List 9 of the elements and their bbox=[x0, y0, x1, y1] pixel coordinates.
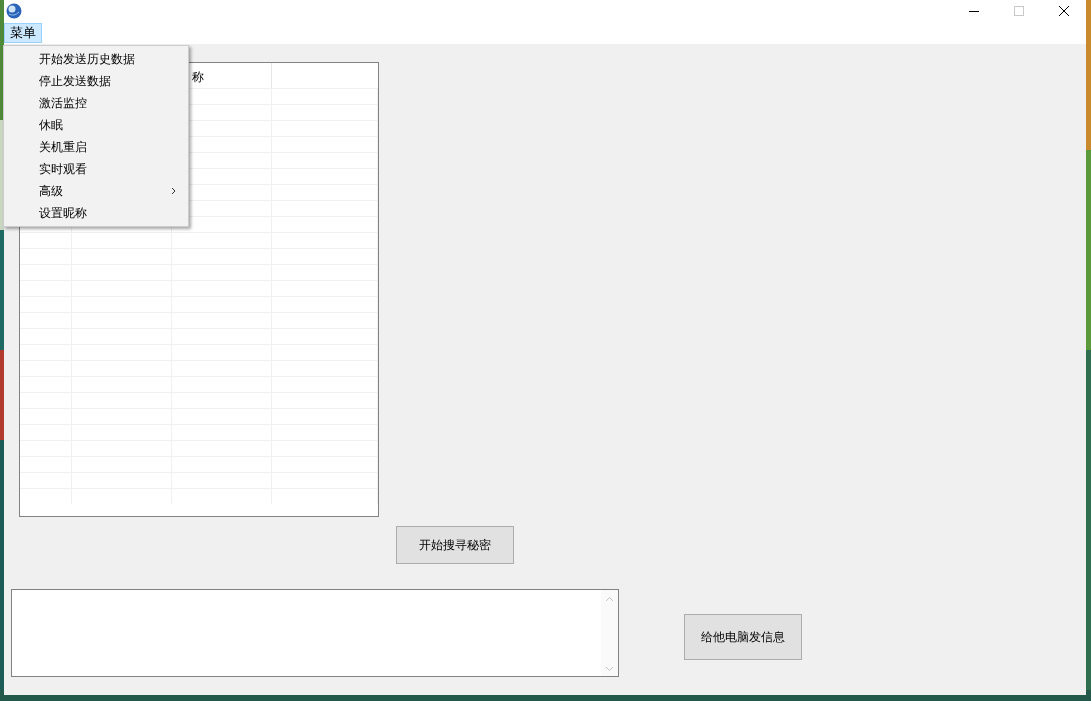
menu-item[interactable]: 菜单 bbox=[4, 23, 42, 43]
send-button[interactable]: 给他电脑发信息 bbox=[684, 614, 802, 660]
message-field[interactable] bbox=[11, 589, 619, 677]
search-button[interactable]: 开始搜寻秘密 bbox=[396, 526, 514, 564]
scroll-up-icon[interactable] bbox=[605, 596, 614, 602]
globe-icon bbox=[6, 3, 22, 19]
close-icon[interactable] bbox=[1057, 6, 1070, 16]
scroll-down-icon[interactable] bbox=[605, 666, 614, 672]
scrollbar[interactable] bbox=[601, 590, 618, 676]
